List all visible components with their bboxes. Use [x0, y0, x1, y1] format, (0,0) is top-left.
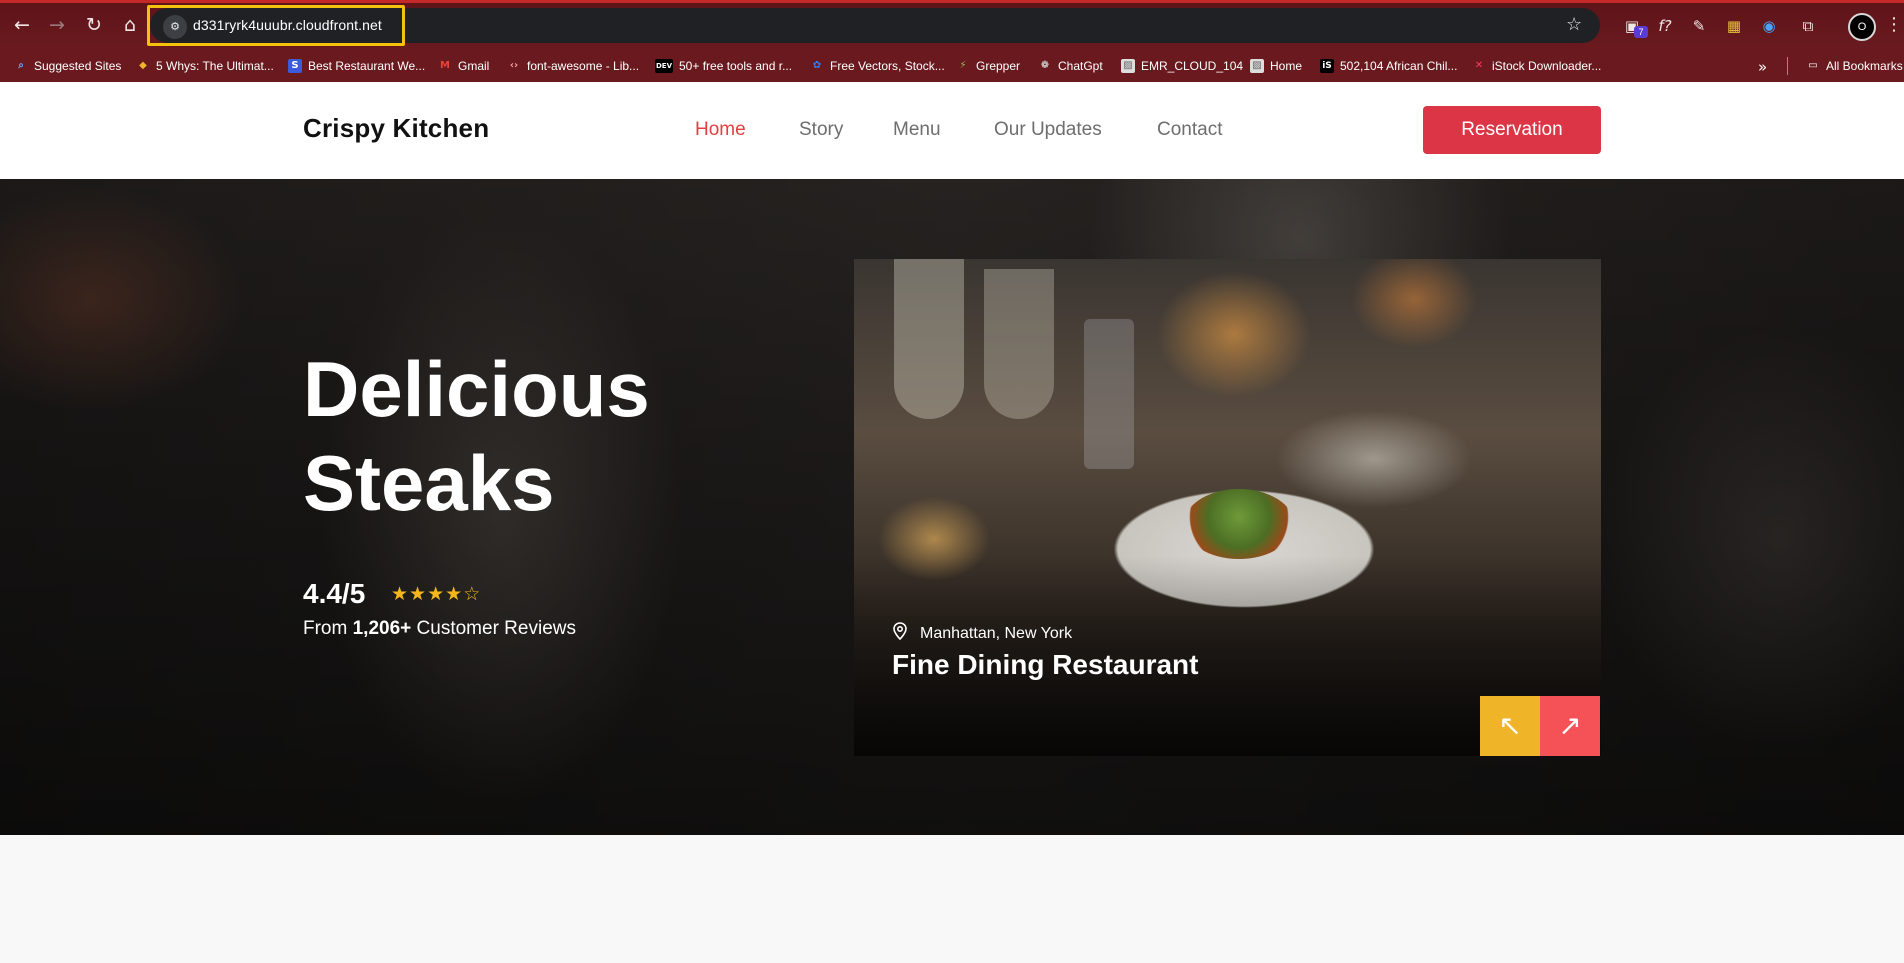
bookmark-label: 502,104 African Chil...	[1340, 59, 1458, 73]
hero-title-line2: Steaks	[303, 439, 555, 527]
bookmark-label: font-awesome - Lib...	[527, 59, 640, 73]
chatgpt-icon: ❁	[1040, 60, 1050, 71]
istock-icon: iS	[1320, 59, 1334, 73]
reviews-suffix: Customer Reviews	[411, 618, 576, 639]
dev-icon: DEV	[655, 59, 673, 73]
carousel-prev-button[interactable]: ↖	[1480, 696, 1540, 756]
grepper-icon: ⚡	[959, 60, 967, 71]
bookmark-label: Suggested Sites	[34, 59, 122, 73]
wine-glass-image	[984, 269, 1054, 419]
bookmark-item[interactable]: iS 502,104 African Chil...	[1320, 57, 1457, 75]
extension-badge: 7	[1634, 26, 1648, 38]
arrow-up-left-icon: ↖	[1498, 709, 1522, 742]
nav-story[interactable]: Story	[799, 119, 843, 141]
bookmark-item[interactable]: DEV 50+ free tools and r...	[655, 57, 792, 75]
water-glass-image	[1084, 319, 1134, 469]
bookmark-item[interactable]: ✿ Free Vectors, Stock...	[810, 57, 945, 75]
rating-stars: ★★★★☆	[391, 583, 481, 605]
bookmark-item[interactable]: ‹› font-awesome - Lib...	[507, 57, 639, 75]
bookmark-item[interactable]: S Best Restaurant We...	[288, 57, 425, 75]
k-logo-icon: ✕	[1474, 60, 1484, 71]
hero-title: Delicious Steaks	[303, 342, 783, 530]
browser-toolbar: ← → ↻ ⌂ ⚙ d331ryrk4uuubr.cloudfront.net …	[0, 0, 1904, 48]
map-pin-icon	[892, 622, 910, 645]
reviews-text: From 1,206+ Customer Reviews	[303, 618, 576, 640]
nav-home[interactable]: Home	[695, 119, 746, 141]
extensions-puzzle-icon[interactable]: ⧉	[1797, 15, 1819, 37]
bookmark-item[interactable]: ▨ Home	[1250, 57, 1302, 75]
card-title: Fine Dining Restaurant	[892, 649, 1199, 680]
home-icon[interactable]: ⌂	[118, 13, 142, 37]
star-filled-icon: ★	[409, 583, 428, 605]
card-location-text: Manhattan, New York	[920, 624, 1073, 642]
star-empty-icon: ☆	[463, 583, 482, 605]
s-logo-icon: S	[288, 59, 302, 73]
colorful-diamond-icon: ◆	[139, 60, 147, 71]
blue-extension-icon[interactable]: ◉	[1758, 15, 1780, 37]
formula-extension-icon[interactable]: f?	[1654, 15, 1676, 37]
bookmark-item[interactable]: ▨ EMR_CLOUD_104	[1121, 57, 1243, 75]
hero-section: Delicious Steaks 4.4/5 ★★★★☆ From 1,206+…	[0, 179, 1904, 835]
forward-icon[interactable]: →	[45, 13, 69, 37]
bookmark-label: Gmail	[458, 59, 490, 73]
hero-title-line1: Delicious	[303, 345, 650, 433]
star-filled-icon: ★	[427, 583, 446, 605]
browser-menu-icon[interactable]: ⋮	[1885, 14, 1903, 35]
folder-icon: ▭	[1808, 60, 1818, 71]
page-content-below	[0, 835, 1904, 963]
carousel-next-button[interactable]: ↗	[1540, 696, 1600, 756]
reload-icon[interactable]: ↻	[82, 13, 106, 37]
more-bookmarks-icon[interactable]: »	[1758, 58, 1767, 76]
bookmark-label: Best Restaurant We...	[308, 59, 426, 73]
magnifier-icon: ⌕	[18, 60, 24, 71]
all-bookmarks-label: All Bookmarks	[1826, 59, 1903, 73]
bookmark-label: Home	[1270, 59, 1303, 73]
nav-menu[interactable]: Menu	[893, 119, 941, 141]
eyedropper-extension-icon[interactable]: ✎	[1688, 15, 1710, 37]
bookmarks-divider	[1787, 57, 1788, 75]
plated-dish-image	[1184, 489, 1294, 559]
reservation-button[interactable]: Reservation	[1423, 106, 1601, 154]
bookmark-item[interactable]: ✕ iStock Downloader...	[1472, 57, 1602, 75]
bookmark-label: Grepper	[976, 59, 1021, 73]
bookmark-label: ChatGpt	[1058, 59, 1103, 73]
bookmark-label: iStock Downloader...	[1492, 59, 1602, 73]
grid-icon: ▨	[1250, 59, 1264, 73]
back-icon[interactable]: ←	[10, 13, 34, 37]
card-location: Manhattan, New York	[892, 622, 1072, 645]
grid-icon: ▨	[1121, 59, 1135, 73]
bookmark-item[interactable]: ◆ 5 Whys: The Ultimat...	[136, 57, 274, 75]
featured-card[interactable]: Manhattan, New York Fine Dining Restaura…	[854, 259, 1601, 756]
bookmark-label: 50+ free tools and r...	[679, 59, 793, 73]
star-filled-icon: ★	[391, 583, 410, 605]
gmail-icon: M	[440, 60, 450, 71]
arrow-up-right-icon: ↗	[1558, 709, 1582, 742]
bookmark-item[interactable]: ❁ ChatGpt	[1038, 57, 1103, 75]
bookmark-label: 5 Whys: The Ultimat...	[156, 59, 274, 73]
rating-value: 4.4/5	[303, 578, 366, 609]
bookmark-item[interactable]: ⌕ Suggested Sites	[14, 57, 121, 75]
nav-our-updates[interactable]: Our Updates	[994, 119, 1102, 141]
bookmark-item[interactable]: M Gmail	[438, 57, 489, 75]
site-header: Crispy Kitchen Home Story Menu Our Updat…	[0, 82, 1904, 179]
colorful-extension-icon[interactable]: ▦	[1723, 15, 1745, 37]
reviews-count: 1,206+	[352, 618, 412, 639]
profile-avatar[interactable]: O	[1848, 13, 1876, 41]
bookmark-label: Free Vectors, Stock...	[830, 59, 945, 73]
site-brand[interactable]: Crispy Kitchen	[303, 113, 489, 144]
nav-contact[interactable]: Contact	[1157, 119, 1222, 141]
bookmark-item[interactable]: ⚡ Grepper	[956, 57, 1020, 75]
wine-glass-image	[894, 259, 964, 419]
bookmarks-bar: ⌕ Suggested Sites ◆ 5 Whys: The Ultimat.…	[0, 48, 1904, 82]
code-brackets-icon: ‹›	[509, 60, 519, 71]
reviews-prefix: From	[303, 618, 353, 639]
url-highlight-box	[147, 5, 405, 46]
bookmark-star-icon[interactable]: ☆	[1566, 14, 1582, 35]
all-bookmarks-folder[interactable]: ▭ All Bookmarks	[1806, 57, 1903, 75]
star-filled-icon: ★	[445, 583, 464, 605]
freepik-icon: ✿	[812, 60, 822, 71]
bookmark-label: EMR_CLOUD_104	[1141, 59, 1244, 73]
